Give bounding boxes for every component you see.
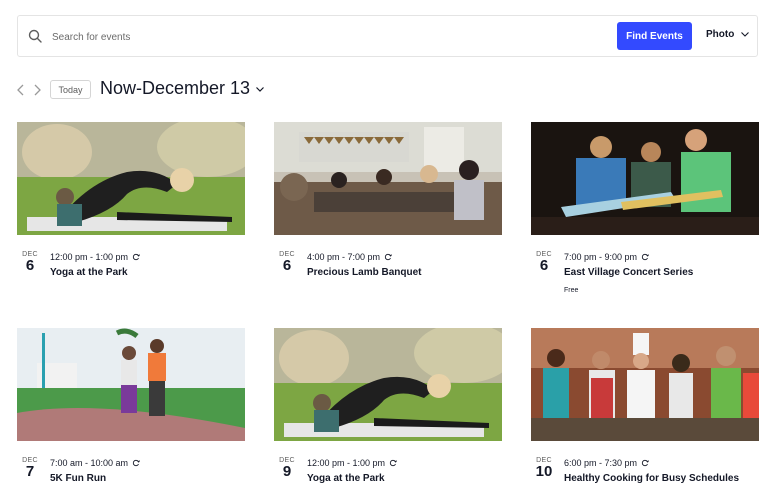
event-time-label: 12:00 pm - 1:00 pm bbox=[307, 458, 386, 468]
event-title-link[interactable]: Yoga at the Park bbox=[50, 267, 140, 278]
recurring-icon bbox=[384, 253, 393, 261]
event-day: 10 bbox=[535, 463, 553, 480]
event-photo[interactable] bbox=[274, 122, 502, 235]
event-day: 7 bbox=[25, 463, 35, 480]
recurring-icon bbox=[641, 253, 650, 261]
date-range-label: Now-December 13 bbox=[100, 78, 251, 98]
chevron-left-icon[interactable] bbox=[16, 84, 26, 96]
event-card[interactable]: DEC 7 7:00 am - 10:00 am 5K Fun Run bbox=[17, 328, 245, 483]
event-photo[interactable] bbox=[531, 122, 759, 235]
event-time: 7:00 pm - 9:00 pm bbox=[564, 252, 693, 262]
event-time: 12:00 pm - 1:00 pm bbox=[50, 252, 141, 262]
event-card[interactable]: DEC 6 4:00 pm - 7:00 pm Precious Lamb Ba… bbox=[274, 122, 502, 278]
find-events-button[interactable]: Find Events bbox=[617, 22, 692, 50]
event-photo[interactable] bbox=[17, 328, 245, 441]
event-card[interactable]: DEC 9 12:00 pm - 1:00 pm Yoga at the Par… bbox=[274, 328, 502, 483]
event-day: 6 bbox=[539, 257, 549, 274]
view-selector[interactable]: Photo bbox=[706, 29, 750, 40]
event-photo[interactable] bbox=[17, 122, 245, 235]
events-search-bar: Find Events Photo bbox=[17, 15, 758, 57]
event-day: 6 bbox=[282, 257, 292, 274]
event-day: 6 bbox=[25, 257, 35, 274]
event-time: 4:00 pm - 7:00 pm bbox=[307, 252, 421, 262]
event-title-link[interactable]: Healthy Cooking for Busy Schedules bbox=[564, 473, 739, 483]
event-time-label: 4:00 pm - 7:00 pm bbox=[307, 252, 381, 262]
event-cost: Free bbox=[564, 287, 579, 294]
event-time: 12:00 pm - 1:00 pm bbox=[307, 458, 398, 468]
event-time: 6:00 pm - 7:30 pm bbox=[564, 458, 739, 468]
event-card[interactable]: DEC 6 12:00 pm - 1:00 pm Yoga at the Par… bbox=[17, 122, 245, 278]
event-time-label: 7:00 pm - 9:00 pm bbox=[564, 252, 638, 262]
event-time: 7:00 am - 10:00 am bbox=[50, 458, 141, 468]
recurring-icon bbox=[641, 459, 650, 467]
date-range-picker[interactable]: Now-December 13 bbox=[100, 78, 264, 99]
view-selector-label: Photo bbox=[706, 29, 735, 40]
event-time-label: 7:00 am - 10:00 am bbox=[50, 458, 129, 468]
chevron-down-icon bbox=[256, 87, 264, 92]
event-photo[interactable] bbox=[274, 328, 502, 441]
event-photo[interactable] bbox=[531, 328, 759, 441]
event-title-link[interactable]: Yoga at the Park bbox=[307, 473, 397, 483]
recurring-icon bbox=[132, 459, 141, 467]
recurring-icon bbox=[389, 459, 398, 467]
recurring-icon bbox=[132, 253, 141, 261]
event-title-link[interactable]: East Village Concert Series bbox=[564, 267, 693, 278]
event-card[interactable]: DEC 6 7:00 pm - 9:00 pm East Village Con… bbox=[531, 122, 759, 294]
search-input[interactable] bbox=[52, 26, 612, 48]
chevron-right-icon[interactable] bbox=[32, 84, 42, 96]
event-card[interactable]: DEC 10 6:00 pm - 7:30 pm Healthy Cooking… bbox=[531, 328, 759, 483]
today-button[interactable]: Today bbox=[50, 80, 91, 99]
event-time-label: 6:00 pm - 7:30 pm bbox=[564, 458, 638, 468]
chevron-down-icon bbox=[741, 32, 750, 37]
event-title-link[interactable]: Precious Lamb Banquet bbox=[307, 267, 421, 278]
search-icon bbox=[28, 29, 42, 43]
event-title-link[interactable]: 5K Fun Run bbox=[50, 473, 140, 483]
event-time-label: 12:00 pm - 1:00 pm bbox=[50, 252, 129, 262]
event-day: 9 bbox=[282, 463, 292, 480]
